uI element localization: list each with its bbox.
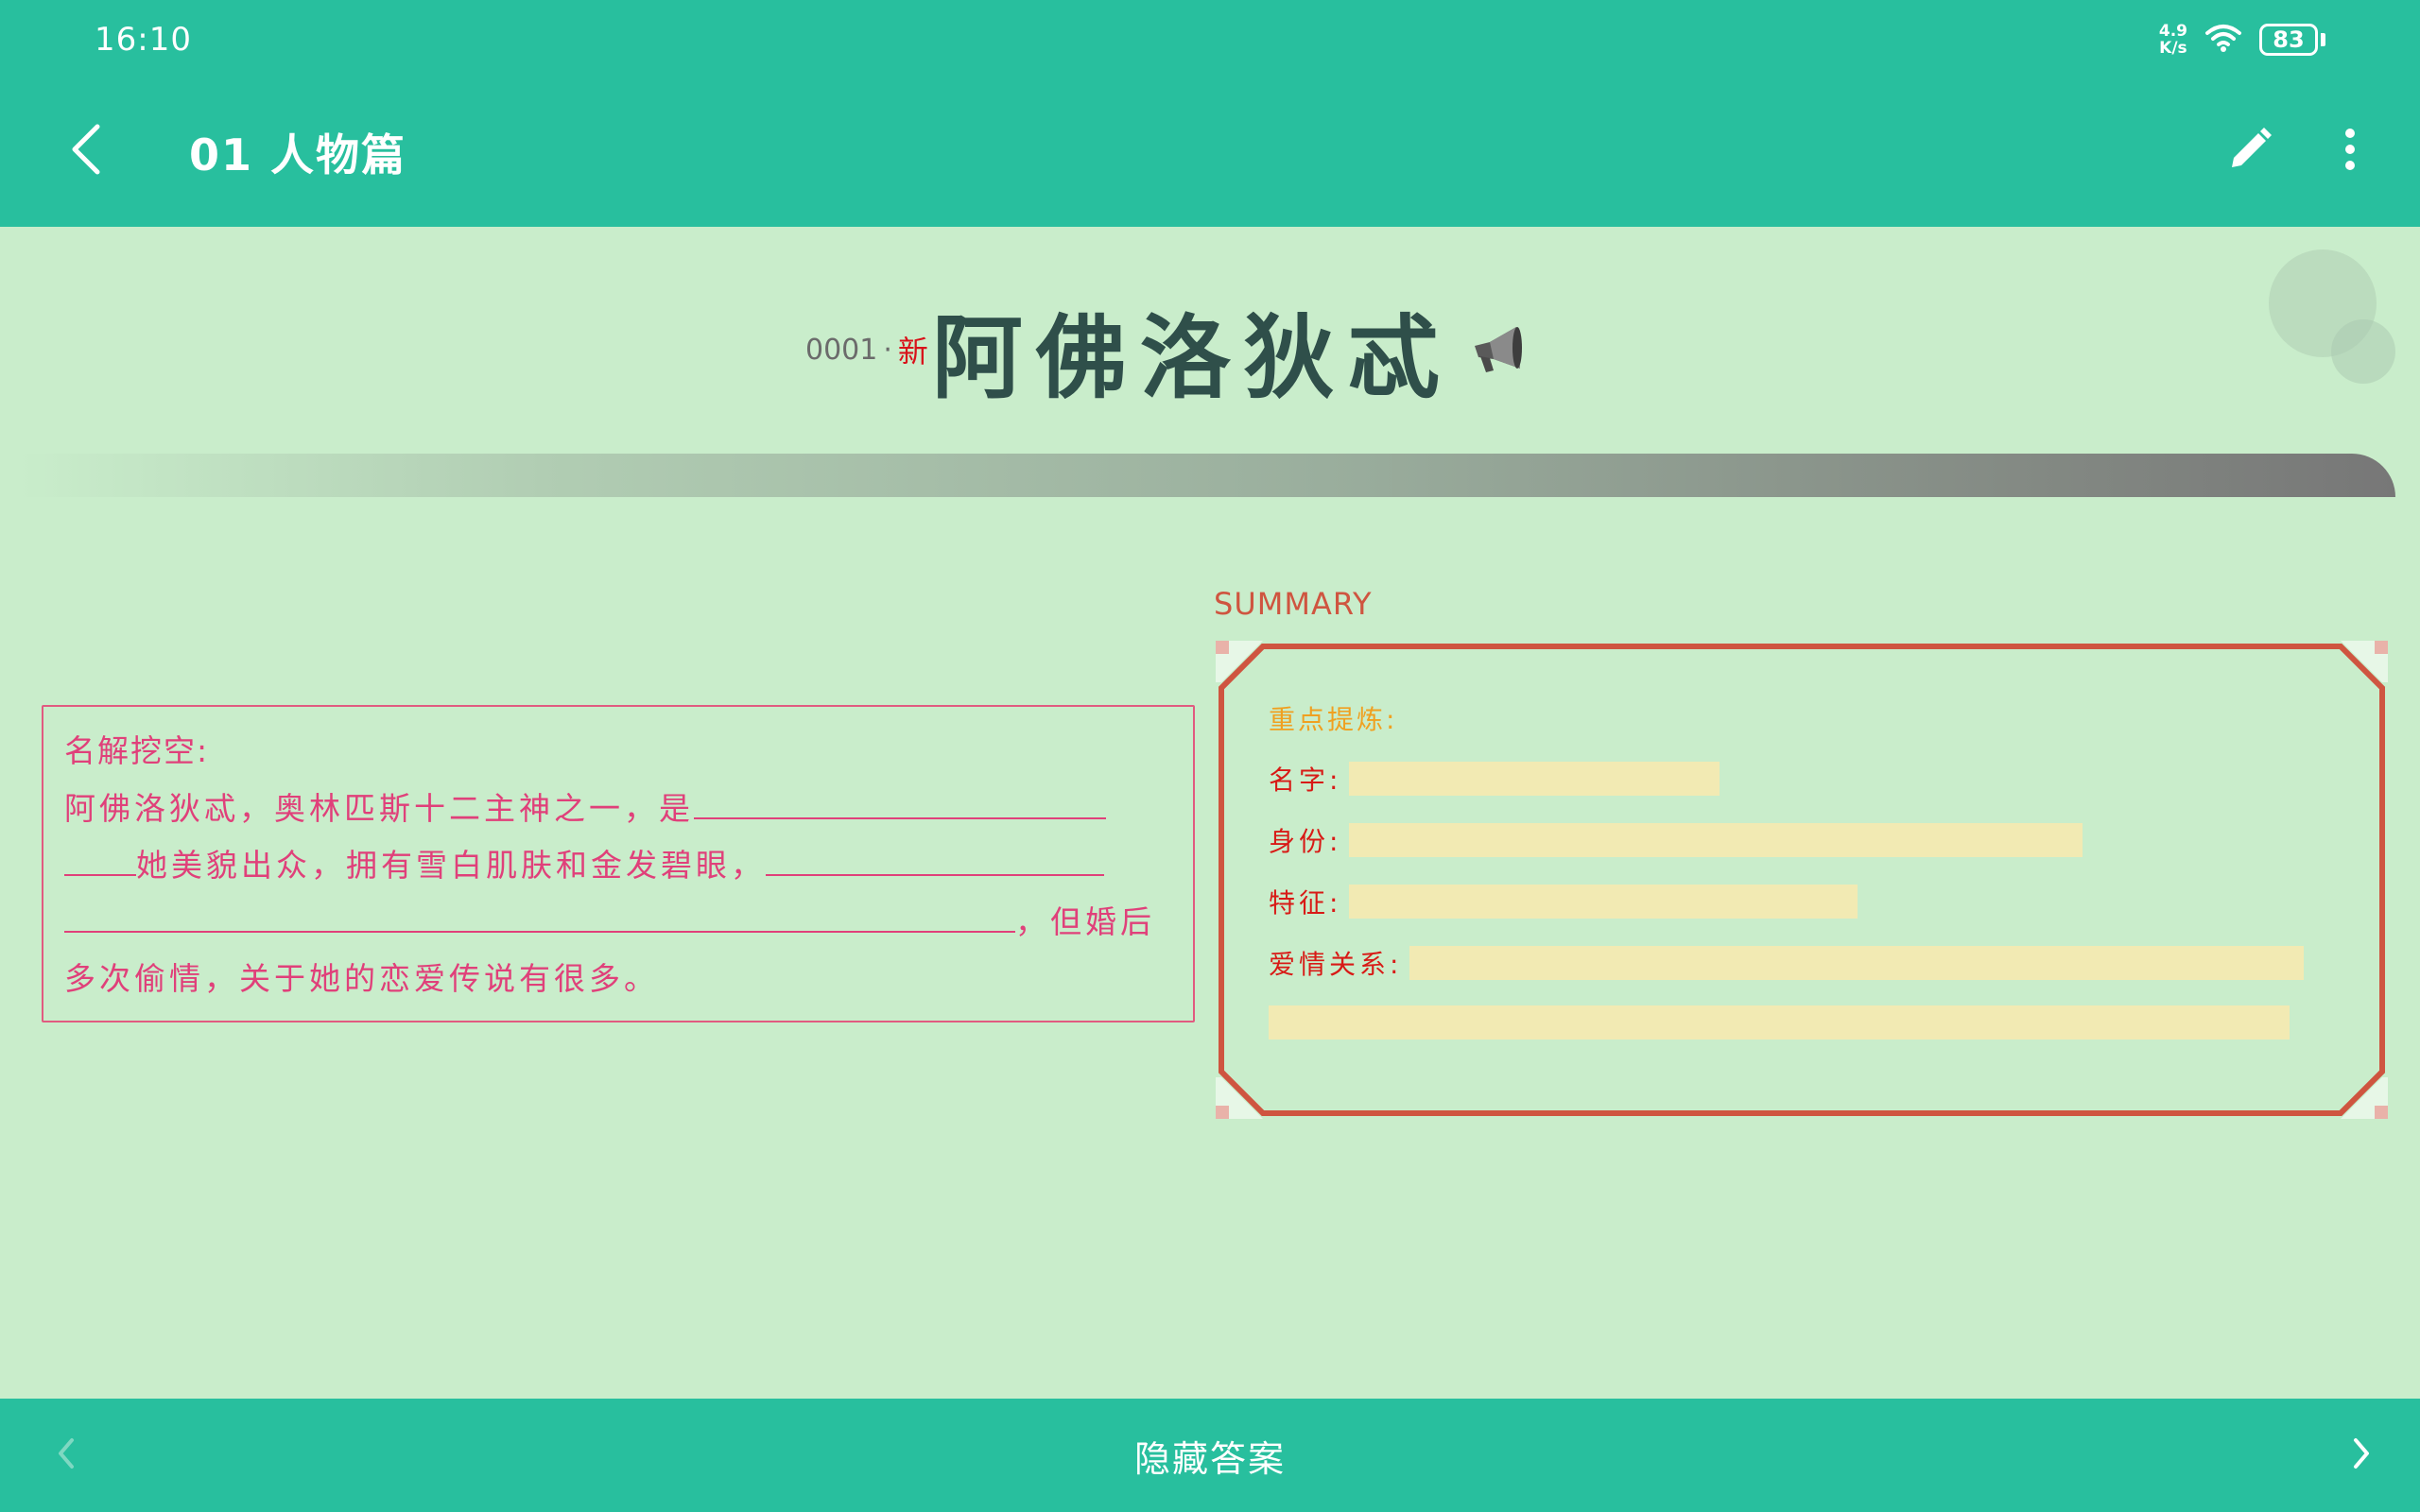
page-title: 01 人物篇 bbox=[189, 129, 407, 180]
word-heading: 0001 · 新 阿佛洛狄忒 bbox=[805, 284, 1530, 416]
network-speed-unit: K/s bbox=[2159, 39, 2187, 58]
word-index: 0001 bbox=[805, 333, 878, 367]
summary-key-name: 名字: bbox=[1269, 765, 1342, 796]
hide-answer-button[interactable]: 隐藏答案 bbox=[1078, 1419, 1342, 1491]
previous-button[interactable] bbox=[28, 1418, 104, 1493]
answer-highlight-love[interactable] bbox=[1409, 946, 2305, 980]
cloze-text-segment: 阿佛洛狄忒，奥林匹斯十二主神之一，是 bbox=[64, 790, 694, 827]
answer-highlight-feature[interactable] bbox=[1349, 885, 1858, 919]
cloze-blank[interactable] bbox=[64, 848, 136, 876]
chevron-left-icon bbox=[69, 123, 103, 180]
summary-content: 重点提炼: 名字: 身份: 特征: 爱情关系: bbox=[1269, 699, 2356, 1040]
battery-icon: 83 bbox=[2259, 24, 2325, 56]
summary-key-identity: 身份: bbox=[1269, 826, 1342, 857]
speaker-icon[interactable] bbox=[1465, 318, 1530, 382]
status-icons: 4.9 K/s 83 bbox=[2159, 17, 2325, 62]
wifi-icon bbox=[2204, 23, 2242, 57]
cloze-card: 名解挖空: 阿佛洛狄忒，奥林匹斯十二主神之一，是她美貌出众，拥有雪白肌肤和金发碧… bbox=[42, 705, 1195, 1022]
header-divider-bar bbox=[19, 454, 2395, 497]
cloze-text-segment: 她美貌出众，拥有雪白肌肤和金发碧眼， bbox=[136, 847, 766, 884]
pencil-icon bbox=[2226, 126, 2273, 177]
more-vertical-icon bbox=[2343, 128, 2357, 175]
cloze-blank[interactable] bbox=[694, 791, 1106, 819]
chevron-right-icon bbox=[2350, 1436, 2373, 1474]
cloze-blank[interactable] bbox=[64, 904, 1015, 933]
battery-level: 83 bbox=[2259, 24, 2318, 56]
summary-label: SUMMARY bbox=[1214, 586, 1373, 622]
cloze-heading: 名解挖空: bbox=[64, 732, 210, 769]
summary-key-feature: 特征: bbox=[1269, 887, 1342, 919]
summary-row-name: 名字: bbox=[1269, 760, 2356, 798]
cloze-blank[interactable] bbox=[766, 848, 1104, 876]
bottom-bar: 隐藏答案 bbox=[0, 1399, 2420, 1512]
chevron-left-icon bbox=[55, 1436, 78, 1474]
summary-key-love: 爱情关系: bbox=[1269, 949, 1403, 980]
summary-row-identity: 身份: bbox=[1269, 821, 2356, 859]
word-separator: · bbox=[883, 333, 892, 367]
network-speed-value: 4.9 bbox=[2158, 22, 2187, 41]
network-speed: 4.9 K/s bbox=[2159, 23, 2187, 57]
summary-heading: 重点提炼: bbox=[1269, 704, 1398, 735]
decorative-circle bbox=[2331, 319, 2395, 384]
next-button[interactable] bbox=[2324, 1418, 2399, 1493]
status-time: 16:10 bbox=[95, 21, 192, 59]
more-options-button[interactable] bbox=[2322, 113, 2378, 189]
summary-row-love: 爱情关系: bbox=[1269, 944, 2356, 982]
summary-card: 重点提炼: 名字: 身份: 特征: 爱情关系: bbox=[1216, 641, 2388, 1119]
app-header: 16:10 4.9 K/s 83 01 人物篇 bbox=[0, 0, 2420, 227]
answer-highlight-love-continued[interactable] bbox=[1269, 1005, 2290, 1040]
edit-button[interactable] bbox=[2212, 113, 2288, 189]
new-badge: 新 bbox=[897, 334, 928, 369]
word-title: 阿佛洛狄忒 bbox=[931, 304, 1452, 411]
answer-highlight-name[interactable] bbox=[1349, 762, 1720, 796]
summary-row-feature: 特征: bbox=[1269, 883, 2356, 920]
answer-highlight-identity[interactable] bbox=[1349, 823, 2083, 857]
back-button[interactable] bbox=[53, 113, 119, 189]
cloze-text: 阿佛洛狄忒，奥林匹斯十二主神之一，是她美貌出众，拥有雪白肌肤和金发碧眼，，但婚后… bbox=[64, 781, 1172, 1007]
